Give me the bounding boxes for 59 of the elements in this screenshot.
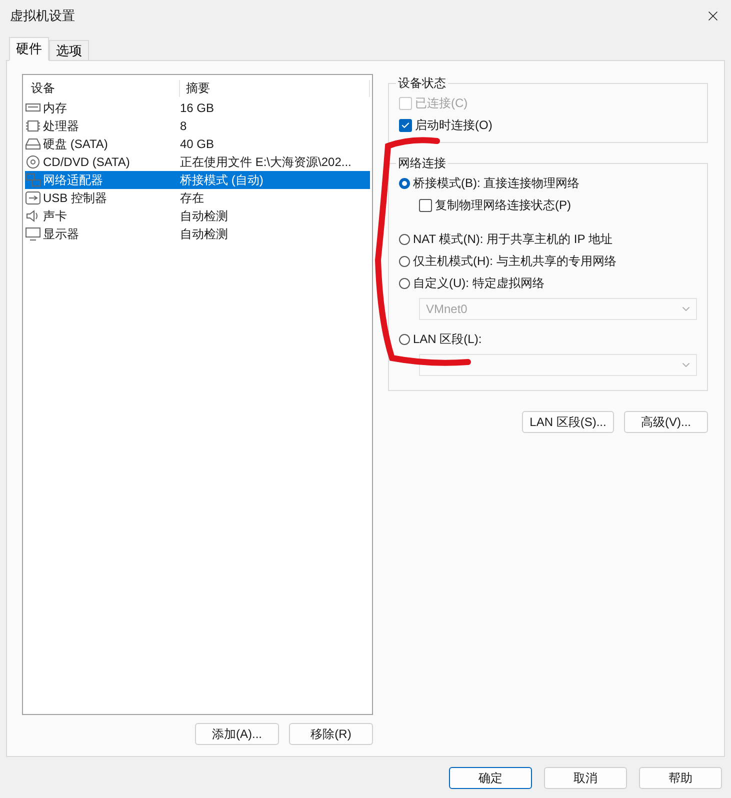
column-header[interactable]: 摘要 <box>180 80 370 96</box>
radio-label: NAT 模式(N): 用于共享主机的 IP 地址 <box>413 230 612 248</box>
device-row[interactable]: CD/DVD (SATA) 正在使用文件 E:\大海资源\202... <box>25 153 370 171</box>
radio-button[interactable] <box>399 256 410 266</box>
device-row[interactable]: 显示器 自动检测 <box>25 225 370 243</box>
usb-icon <box>25 191 41 205</box>
device-summary: 40 GB <box>180 137 214 151</box>
device-row[interactable]: USB 控制器 存在 <box>25 189 370 207</box>
monitor-icon <box>25 227 41 241</box>
lan-segments-button[interactable]: LAN 区段(S)... <box>522 411 614 433</box>
dialog-button[interactable]: 取消 <box>544 767 627 789</box>
tab[interactable]: 选项 <box>49 40 89 61</box>
remove-button[interactable]: 移除(R) <box>289 723 373 745</box>
device-summary: 自动检测 <box>180 226 228 242</box>
device-name: 显示器 <box>43 226 79 242</box>
radio-button[interactable] <box>399 278 410 288</box>
device-summary: 正在使用文件 E:\大海资源\202... <box>180 154 352 170</box>
device-row[interactable]: 内存 16 GB <box>25 99 370 117</box>
device-summary: 自动检测 <box>180 208 228 224</box>
radio-button[interactable] <box>399 178 410 188</box>
dialog-button[interactable]: 帮助 <box>639 767 722 789</box>
checkbox-label: 启动时连接(O) <box>415 116 492 134</box>
radio-button[interactable] <box>399 334 410 344</box>
checkbox-label: 已连接(C) <box>415 94 468 112</box>
network-icon <box>25 173 41 187</box>
device-name: 网络适配器 <box>43 172 103 188</box>
device-row[interactable]: 处理器 8 <box>25 117 370 135</box>
checkbox-label: 复制物理网络连接状态(P) <box>435 196 571 214</box>
radio-button[interactable] <box>399 234 410 244</box>
device-row[interactable]: 网络适配器 桥接模式 (自动) <box>25 171 370 189</box>
column-header[interactable]: 设备 <box>25 80 180 96</box>
radio-label: 桥接模式(B): 直接连接物理网络 <box>413 174 580 192</box>
device-summary: 桥接模式 (自动) <box>180 172 264 188</box>
radio-label: 仅主机模式(H): 与主机共享的专用网络 <box>413 252 616 270</box>
dialog-button[interactable]: 确定 <box>449 767 532 789</box>
device-summary: 8 <box>180 119 187 133</box>
disc-icon <box>25 155 41 169</box>
device-name: 内存 <box>43 100 67 116</box>
device-summary: 16 GB <box>180 101 214 115</box>
device-name: 硬盘 (SATA) <box>43 136 108 152</box>
radio-label: LAN 区段(L): <box>413 330 482 348</box>
device-row[interactable]: 硬盘 (SATA) 40 GB <box>25 135 370 153</box>
window-title: 虚拟机设置 <box>10 7 75 25</box>
device-name: 处理器 <box>43 118 79 134</box>
checkbox[interactable] <box>419 198 432 212</box>
group-title: 网络连接 <box>397 155 447 172</box>
checkbox[interactable] <box>399 118 412 132</box>
radio-label: 自定义(U): 特定虚拟网络 <box>413 274 544 292</box>
advanced-button[interactable]: 高级(V)... <box>624 411 708 433</box>
device-name: 声卡 <box>43 208 67 224</box>
tab[interactable]: 硬件 <box>9 37 49 61</box>
check-icon <box>401 120 410 130</box>
device-name: CD/DVD (SATA) <box>43 155 130 169</box>
group-title: 设备状态 <box>397 75 447 92</box>
device-name: USB 控制器 <box>43 190 108 206</box>
device-row[interactable]: 声卡 自动检测 <box>25 207 370 225</box>
add-button[interactable]: 添加(A)... <box>195 723 279 745</box>
chip-icon <box>25 119 41 133</box>
device-summary: 存在 <box>180 190 204 206</box>
